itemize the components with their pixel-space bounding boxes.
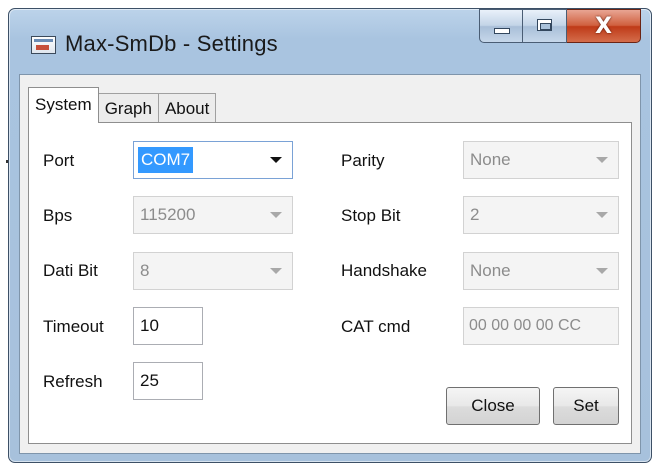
parity-label: Parity xyxy=(341,151,385,170)
close-button[interactable]: Close xyxy=(446,387,540,425)
handshake-label: Handshake xyxy=(341,261,428,280)
refresh-input[interactable]: 25 xyxy=(133,362,203,400)
window-title: Max-SmDb - Settings xyxy=(65,31,278,56)
port-label: Port xyxy=(43,151,75,170)
client-area: System Graph About Port COM7 Bps 115200 … xyxy=(19,74,641,454)
port-value: COM7 xyxy=(138,147,194,173)
handshake-value: None xyxy=(470,261,511,280)
bps-select[interactable]: 115200 xyxy=(133,196,293,234)
timeout-input[interactable]: 10 xyxy=(133,307,203,345)
stop-bit-label: Stop Bit xyxy=(341,206,401,225)
chevron-down-icon[interactable] xyxy=(596,268,608,274)
tab-graph[interactable]: Graph xyxy=(97,93,159,123)
data-bits-label: Dati Bit xyxy=(43,261,98,280)
port-select[interactable]: COM7 xyxy=(133,141,293,179)
minimize-button[interactable] xyxy=(479,9,523,43)
close-window-button[interactable]: X xyxy=(567,9,641,43)
data-bits-select[interactable]: 8 xyxy=(133,252,293,290)
handshake-select[interactable]: None xyxy=(463,252,619,290)
data-bits-value: 8 xyxy=(140,261,150,280)
settings-window: Max-SmDb - Settings X System Graph About… xyxy=(8,8,652,463)
close-icon: X xyxy=(595,14,612,39)
chevron-down-icon[interactable] xyxy=(270,268,282,274)
tab-about[interactable]: About xyxy=(157,93,217,123)
chevron-down-icon[interactable] xyxy=(596,157,608,163)
bps-label: Bps xyxy=(43,206,73,225)
title-bar[interactable]: Max-SmDb - Settings X xyxy=(9,9,651,71)
refresh-label: Refresh xyxy=(43,372,103,391)
stop-bit-value: 2 xyxy=(470,205,480,224)
tab-strip: System Graph About xyxy=(28,83,217,123)
minimize-icon xyxy=(494,28,510,34)
parity-select[interactable]: None xyxy=(463,141,619,179)
system-tab-panel: Port COM7 Bps 115200 Dati Bit 8 Timeout … xyxy=(28,122,632,444)
cat-cmd-input[interactable]: 00 00 00 00 CC xyxy=(463,307,619,345)
stop-bit-select[interactable]: 2 xyxy=(463,196,619,234)
chevron-down-icon[interactable] xyxy=(596,212,608,218)
chevron-down-icon[interactable] xyxy=(270,157,282,163)
tab-system[interactable]: System xyxy=(28,87,99,123)
cat-cmd-label: CAT cmd xyxy=(341,317,411,336)
bps-value: 115200 xyxy=(140,205,196,224)
maximize-button[interactable] xyxy=(523,9,567,43)
maximize-icon xyxy=(537,19,552,31)
monitor-app-icon[interactable] xyxy=(31,36,56,54)
parity-value: None xyxy=(470,150,511,169)
caption-buttons: X xyxy=(479,9,641,45)
set-button[interactable]: Set xyxy=(553,387,619,425)
timeout-label: Timeout xyxy=(43,317,104,336)
chevron-down-icon[interactable] xyxy=(270,212,282,218)
